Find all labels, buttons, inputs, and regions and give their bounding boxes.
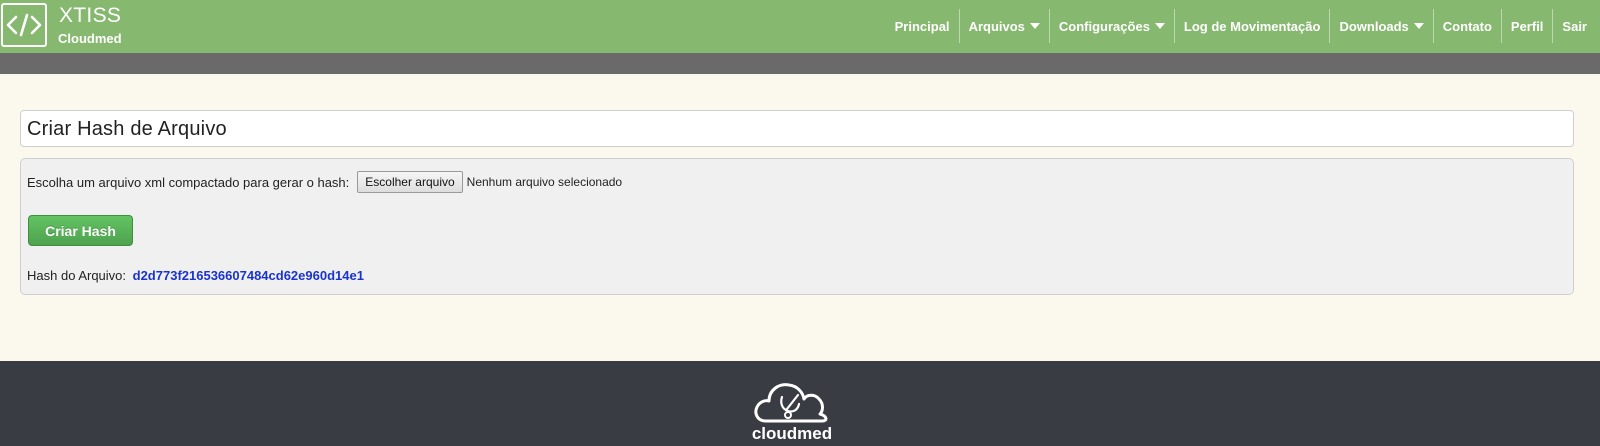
- caret-down-icon: [1413, 23, 1424, 29]
- choose-file-button[interactable]: Escolher arquivo: [357, 171, 463, 193]
- nav-item-perfil[interactable]: Perfil: [1500, 9, 1553, 43]
- top-navbar: XTISS Cloudmed Principal Arquivos Config…: [0, 0, 1600, 53]
- nav-item-sair[interactable]: Sair: [1552, 9, 1596, 43]
- page-title-panel: Criar Hash de Arquivo: [20, 110, 1574, 147]
- nav-item-label: Configurações: [1058, 18, 1150, 34]
- nav-item-label: Principal: [894, 18, 950, 34]
- hash-value: d2d773f216536607484cd62e960d14e1: [132, 268, 364, 283]
- nav-item-label: Contato: [1442, 18, 1492, 34]
- nav-item-principal[interactable]: Principal: [886, 9, 959, 43]
- caret-down-icon: [1029, 23, 1040, 29]
- file-input-label: Escolha um arquivo xml compactado para g…: [27, 174, 350, 190]
- brand-subtitle: Cloudmed: [58, 31, 122, 46]
- hash-result-row: Hash do Arquivo: d2d773f216536607484cd62…: [27, 268, 364, 283]
- nav-item-contato[interactable]: Contato: [1432, 9, 1501, 43]
- page-footer: cloudmed: [0, 361, 1600, 446]
- page-title: Criar Hash de Arquivo: [27, 118, 227, 140]
- caret-down-icon: [1154, 23, 1165, 29]
- create-hash-button[interactable]: Criar Hash: [28, 215, 133, 246]
- nav-item-downloads[interactable]: Downloads: [1329, 9, 1432, 43]
- nav-item-log-de-movimentacao[interactable]: Log de Movimentação: [1173, 9, 1330, 43]
- nav-item-label: Sair: [1562, 18, 1587, 34]
- nav-item-configuracoes[interactable]: Configurações: [1048, 9, 1174, 43]
- brand-title[interactable]: XTISS: [59, 4, 121, 28]
- nav-item-arquivos[interactable]: Arquivos: [958, 9, 1049, 43]
- file-status-text: Nenhum arquivo selecionado: [466, 175, 623, 189]
- nav-item-label: Arquivos: [968, 18, 1025, 34]
- nav-item-label: Log de Movimentação: [1183, 18, 1321, 34]
- code-brackets-icon: [6, 13, 42, 37]
- nav-item-label: Downloads: [1339, 18, 1409, 34]
- footer-brand-text: cloudmed: [751, 424, 833, 443]
- cloud-stethoscope-icon: [754, 383, 828, 423]
- hash-form-panel: Escolha um arquivo xml compactado para g…: [20, 158, 1574, 295]
- code-logo-icon[interactable]: [1, 3, 47, 47]
- file-upload-row: Escolha um arquivo xml compactado para g…: [27, 171, 622, 193]
- hash-label: Hash do Arquivo:: [27, 268, 127, 283]
- nav-item-label: Perfil: [1510, 18, 1544, 34]
- main-nav: Principal Arquivos Configurações Log de …: [886, 9, 1596, 43]
- sub-header-bar: [0, 53, 1600, 74]
